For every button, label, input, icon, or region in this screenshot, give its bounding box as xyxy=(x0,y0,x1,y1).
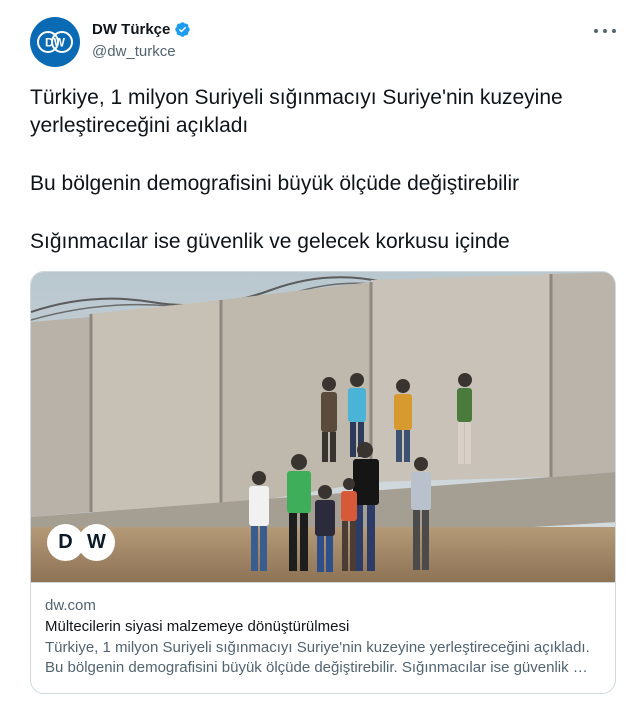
tweet: DW DW Türkçe @dw_turkce Türkiye, 1 milyo… xyxy=(0,0,640,702)
author-name-text[interactable]: DW Türkçe xyxy=(92,21,170,38)
dot-icon xyxy=(594,29,598,33)
tweet-paragraph: Türkiye, 1 milyon Suriyeli sığınmacıyı S… xyxy=(30,86,563,137)
border-wall-photo xyxy=(31,272,615,582)
card-image[interactable]: D W xyxy=(31,272,615,582)
card-info[interactable]: dw.com Mültecilerin siyasi malzemeye dön… xyxy=(31,582,615,693)
dw-watermark: D W xyxy=(47,524,115,561)
tweet-paragraph: Sığınmacılar ise güvenlik ve gelecek kor… xyxy=(30,230,510,253)
author-handle[interactable]: @dw_turkce xyxy=(92,43,176,60)
card-title: Mültecilerin siyasi malzemeye dönüştürül… xyxy=(45,618,350,635)
dot-icon xyxy=(612,29,616,33)
dot-icon xyxy=(603,29,607,33)
tweet-paragraph: Bu bölgenin demografisini büyük ölçüde d… xyxy=(30,172,520,195)
dw-logo-icon: DW xyxy=(37,31,73,53)
svg-text:DW: DW xyxy=(45,36,66,50)
author-name[interactable]: DW Türkçe xyxy=(92,21,191,38)
card-domain: dw.com xyxy=(45,597,96,614)
verified-badge-icon xyxy=(175,22,191,37)
tweet-text: Türkiye, 1 milyon Suriyeli sığınmacıyı S… xyxy=(30,84,610,256)
card-description: Türkiye, 1 milyon Suriyeli sığınmacıyı S… xyxy=(45,639,590,676)
more-options-icon[interactable] xyxy=(594,24,616,38)
avatar[interactable]: DW xyxy=(30,17,80,67)
dw-watermark-w: W xyxy=(78,524,115,561)
link-preview-card[interactable]: D W dw.com Mültecilerin siyasi malzemeye… xyxy=(30,271,616,694)
